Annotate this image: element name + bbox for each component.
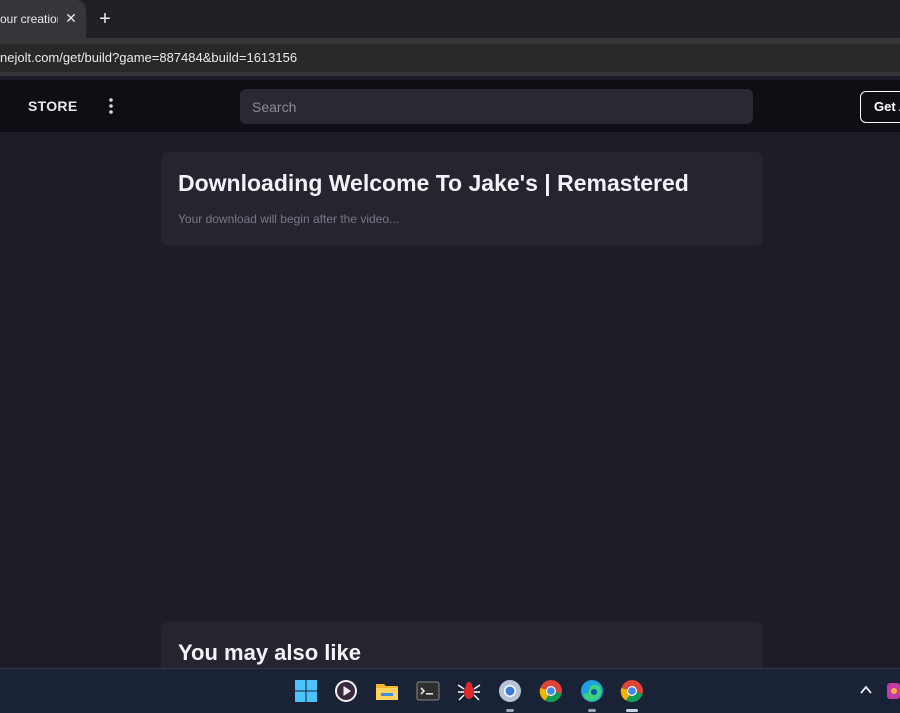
download-status-text: Your download will begin after the video… (178, 212, 400, 226)
media-player-icon[interactable] (334, 679, 358, 703)
search-input[interactable] (240, 89, 753, 124)
tab-title: our creation (0, 12, 58, 26)
windows-taskbar (0, 668, 900, 713)
tray-app-icon[interactable] (886, 681, 900, 701)
taskbar-running-indicator (506, 709, 514, 712)
chrome-canary-icon[interactable] (498, 679, 522, 703)
tab-close-icon[interactable]: ✕ (62, 9, 80, 27)
chrome-icon[interactable] (539, 679, 563, 703)
store-link[interactable]: STORE (28, 98, 77, 114)
more-vertical-icon[interactable] (104, 96, 118, 116)
terminal-icon[interactable] (416, 679, 440, 703)
chrome-active-icon[interactable] (620, 679, 644, 703)
spider-app-icon[interactable] (457, 679, 481, 703)
url-text: nejolt.com/get/build?game=887484&build=1… (0, 50, 298, 65)
show-hidden-icons-icon[interactable] (858, 682, 874, 698)
site-header: STORE Get A (0, 80, 900, 132)
browser-tab-strip: our creation ✕ + (0, 0, 900, 38)
file-explorer-icon[interactable] (375, 679, 399, 703)
taskbar-running-indicator (588, 709, 596, 712)
windows-start-icon[interactable] (294, 679, 318, 703)
edge-icon[interactable] (580, 679, 604, 703)
browser-toolbar: nejolt.com/get/build?game=887484&build=1… (0, 38, 900, 76)
download-title: Downloading Welcome To Jake's | Remaster… (178, 170, 689, 196)
browser-tab[interactable]: our creation ✕ (0, 0, 86, 38)
recommendations-title: You may also like (178, 640, 362, 665)
taskbar-active-indicator (626, 709, 638, 712)
download-card: Downloading Welcome To Jake's | Remaster… (161, 152, 763, 246)
new-tab-icon[interactable]: + (94, 8, 116, 30)
address-bar[interactable]: nejolt.com/get/build?game=887484&build=1… (0, 44, 900, 72)
get-app-button[interactable]: Get A (860, 91, 900, 123)
